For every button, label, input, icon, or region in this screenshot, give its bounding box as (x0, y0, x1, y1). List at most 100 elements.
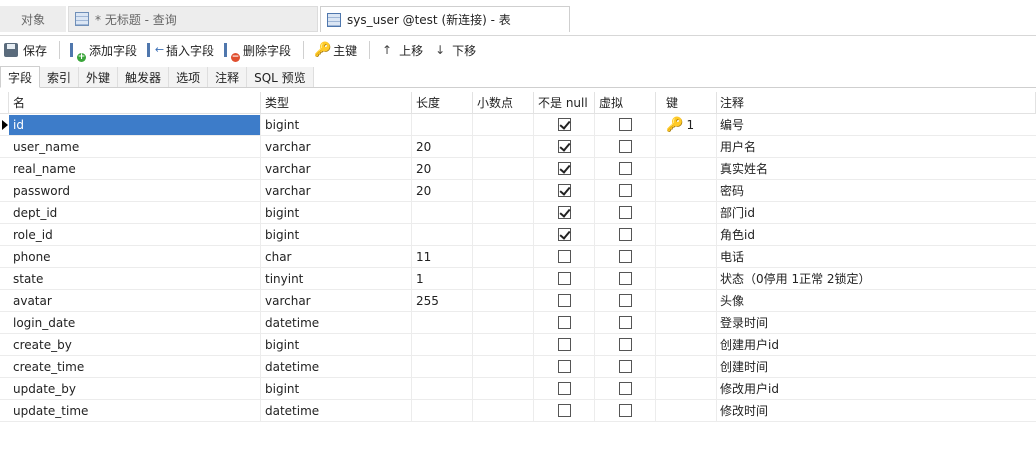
field-row[interactable]: state tinyint 1 状态（0停用 1正常 2锁定） (0, 268, 1036, 290)
field-type-cell[interactable]: datetime (261, 356, 412, 378)
field-name-cell[interactable]: user_name (9, 136, 261, 158)
column-header-name[interactable]: 名 (9, 92, 261, 114)
field-row[interactable]: real_name varchar 20 真实姓名 (0, 158, 1036, 180)
key-cell[interactable] (656, 378, 717, 400)
field-name-cell[interactable]: login_date (9, 312, 261, 334)
field-name-cell[interactable]: phone (9, 246, 261, 268)
field-comment-cell[interactable]: 头像 (717, 290, 1036, 312)
field-length-cell[interactable] (412, 356, 473, 378)
field-decimals-cell[interactable] (473, 180, 534, 202)
field-length-cell[interactable] (412, 400, 473, 422)
not-null-checkbox[interactable] (557, 316, 571, 329)
field-length-cell[interactable] (412, 334, 473, 356)
field-length-cell[interactable]: 255 (412, 290, 473, 312)
field-decimals-cell[interactable] (473, 158, 534, 180)
key-cell[interactable] (656, 268, 717, 290)
field-comment-cell[interactable]: 用户名 (717, 136, 1036, 158)
field-length-cell[interactable]: 11 (412, 246, 473, 268)
field-row[interactable]: id bigint 🔑 1 编号 (0, 114, 1036, 136)
field-name-cell[interactable]: create_time (9, 356, 261, 378)
not-null-checkbox[interactable] (557, 184, 571, 197)
tab-query[interactable]: * 无标题 - 查询 (68, 6, 318, 32)
key-cell[interactable] (656, 246, 717, 268)
field-comment-cell[interactable]: 电话 (717, 246, 1036, 268)
column-header-comment[interactable]: 注释 (717, 92, 1036, 114)
field-length-cell[interactable]: 20 (412, 180, 473, 202)
field-comment-cell[interactable]: 创建时间 (717, 356, 1036, 378)
key-cell[interactable] (656, 158, 717, 180)
move-down-button[interactable]: ↓ 下移 (429, 38, 480, 62)
virtual-checkbox[interactable] (618, 294, 632, 307)
subtab-triggers[interactable]: 触发器 (118, 67, 170, 87)
key-cell[interactable] (656, 180, 717, 202)
virtual-checkbox[interactable] (618, 404, 632, 417)
field-comment-cell[interactable]: 密码 (717, 180, 1036, 202)
not-null-checkbox[interactable] (557, 162, 571, 175)
virtual-checkbox[interactable] (618, 272, 632, 285)
field-row[interactable]: password varchar 20 密码 (0, 180, 1036, 202)
field-comment-cell[interactable]: 创建用户id (717, 334, 1036, 356)
field-row[interactable]: login_date datetime 登录时间 (0, 312, 1036, 334)
field-decimals-cell[interactable] (473, 400, 534, 422)
field-type-cell[interactable]: bigint (261, 202, 412, 224)
field-type-cell[interactable]: bigint (261, 114, 412, 136)
key-cell[interactable] (656, 312, 717, 334)
field-decimals-cell[interactable] (473, 136, 534, 158)
field-length-cell[interactable] (412, 202, 473, 224)
not-null-checkbox[interactable] (557, 404, 571, 417)
key-cell[interactable]: 🔑 1 (656, 114, 717, 136)
virtual-checkbox[interactable] (618, 184, 632, 197)
field-length-cell[interactable] (412, 114, 473, 136)
field-length-cell[interactable]: 20 (412, 136, 473, 158)
field-type-cell[interactable]: bigint (261, 378, 412, 400)
not-null-checkbox[interactable] (557, 272, 571, 285)
field-type-cell[interactable]: char (261, 246, 412, 268)
subtab-comment[interactable]: 注释 (208, 67, 248, 87)
field-name-cell[interactable]: dept_id (9, 202, 261, 224)
field-type-cell[interactable]: varchar (261, 136, 412, 158)
field-row[interactable]: role_id bigint 角色id (0, 224, 1036, 246)
virtual-checkbox[interactable] (618, 382, 632, 395)
virtual-checkbox[interactable] (618, 316, 632, 329)
virtual-checkbox[interactable] (618, 228, 632, 241)
virtual-checkbox[interactable] (618, 250, 632, 263)
field-type-cell[interactable]: bigint (261, 334, 412, 356)
virtual-checkbox[interactable] (618, 360, 632, 373)
column-header-decimals[interactable]: 小数点 (473, 92, 534, 114)
key-cell[interactable] (656, 202, 717, 224)
subtab-options[interactable]: 选项 (169, 67, 209, 87)
column-header-length[interactable]: 长度 (412, 92, 473, 114)
field-comment-cell[interactable]: 角色id (717, 224, 1036, 246)
field-row[interactable]: avatar varchar 255 头像 (0, 290, 1036, 312)
key-cell[interactable] (656, 136, 717, 158)
not-null-checkbox[interactable] (557, 382, 571, 395)
field-name-cell[interactable]: id (9, 114, 261, 136)
not-null-checkbox[interactable] (557, 294, 571, 307)
key-cell[interactable] (656, 290, 717, 312)
column-header-virtual[interactable]: 虚拟 (595, 92, 656, 114)
delete-field-button[interactable]: 删除字段 (220, 38, 295, 62)
field-row[interactable]: dept_id bigint 部门id (0, 202, 1036, 224)
field-decimals-cell[interactable] (473, 290, 534, 312)
field-row[interactable]: update_time datetime 修改时间 (0, 400, 1036, 422)
key-cell[interactable] (656, 334, 717, 356)
subtab-foreign-keys[interactable]: 外键 (79, 67, 119, 87)
field-row[interactable]: create_time datetime 创建时间 (0, 356, 1036, 378)
field-decimals-cell[interactable] (473, 202, 534, 224)
key-cell[interactable] (656, 224, 717, 246)
field-decimals-cell[interactable] (473, 224, 534, 246)
add-field-button[interactable]: 添加字段 (66, 38, 141, 62)
field-row[interactable]: user_name varchar 20 用户名 (0, 136, 1036, 158)
column-header-key[interactable]: 键 (656, 92, 717, 114)
field-comment-cell[interactable]: 编号 (717, 114, 1036, 136)
subtab-indexes[interactable]: 索引 (40, 67, 80, 87)
field-decimals-cell[interactable] (473, 356, 534, 378)
field-name-cell[interactable]: state (9, 268, 261, 290)
field-name-cell[interactable]: update_time (9, 400, 261, 422)
tab-objects[interactable]: 对象 (0, 6, 66, 32)
virtual-checkbox[interactable] (618, 162, 632, 175)
not-null-checkbox[interactable] (557, 360, 571, 373)
column-header-not-null[interactable]: 不是 null (534, 92, 595, 114)
field-name-cell[interactable]: avatar (9, 290, 261, 312)
field-decimals-cell[interactable] (473, 114, 534, 136)
